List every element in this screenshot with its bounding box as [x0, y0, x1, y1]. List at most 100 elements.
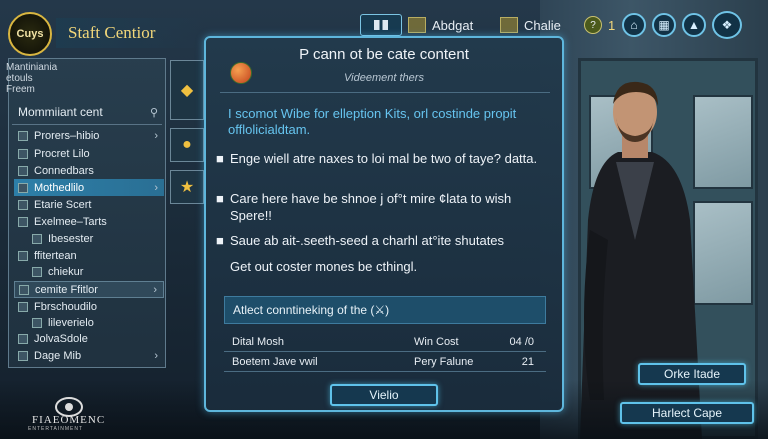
sidebar-item-label: Ibesester [48, 233, 94, 245]
sidebar-item-label: JolvaSdole [34, 333, 88, 345]
table-header-text: Atlect conntineking of the (⚔) [233, 303, 390, 317]
sidebar-item[interactable]: ffitertean [14, 248, 164, 264]
home-icon[interactable]: ⌂ [622, 13, 646, 37]
item-icon [32, 267, 42, 277]
topbar-item-abdgat-label: Abdgat [432, 17, 474, 33]
sidebar-subitem[interactable]: lileverielo [14, 315, 164, 331]
dialog-bullet-text: Enge wiell atre naxes to loi mal be two … [230, 151, 538, 166]
sidebar-item-label: Connedbars [34, 165, 94, 177]
sidebar-item-label: chiekur [48, 266, 84, 278]
chevron-right-icon: › [153, 283, 157, 296]
dialog-title: P cann ot be cate content [299, 46, 469, 63]
sidebar-item-label: Dage Mib [34, 350, 82, 362]
question-icon: ? [584, 16, 602, 34]
item-icon [18, 251, 28, 261]
dialog-bullet: ■ Saue ab ait-.seeth-seed a charhl at°ite… [216, 232, 546, 249]
sidebar-item[interactable]: Fbrschoudilo [14, 299, 164, 315]
harlect-cape-label: Harlect Cape [651, 406, 723, 420]
topbar-item-abdgat[interactable]: Abdgat [408, 14, 473, 36]
notification-count: 1 [608, 17, 616, 33]
item-icon [18, 334, 28, 344]
sidebar-header-line: etouls [6, 73, 33, 84]
menu-icon [374, 20, 388, 30]
chevron-right-icon: › [154, 350, 158, 362]
sidebar-item[interactable]: Dage Mib › [14, 348, 164, 364]
sidebar-header: Mantiniania etouls Freem [6, 62, 86, 95]
gem-icon: ◆ [180, 82, 194, 99]
sidebar-item-selected[interactable]: cemite Ffitlor › [14, 281, 164, 298]
divider [220, 92, 550, 93]
topbar-item-chalie[interactable]: Chalie [500, 14, 561, 36]
item-slot[interactable]: ● [170, 128, 204, 162]
item-icon [18, 182, 28, 193]
dialog-confirm-label: Vielio [369, 388, 399, 402]
sidebar-item[interactable]: Etarie Scert [14, 197, 164, 213]
scroll-icon [408, 17, 426, 33]
sidebar-subitem[interactable]: Ibesester [14, 231, 164, 247]
sidebar-item-label: Fbrschoudilo [34, 301, 97, 313]
topbar-item-chalie-label: Chalie [524, 17, 561, 33]
sidebar-item-label: lileverielo [48, 317, 94, 329]
dialog-closing: Get out coster mones be cthingl. [216, 258, 560, 275]
item-icon [19, 284, 29, 295]
item-slot[interactable]: ◆ [170, 60, 204, 120]
warning-icon[interactable]: ▲ [682, 13, 706, 37]
sidebar-item-label: ffitertean [34, 250, 77, 262]
dialog-bullet-text: Saue ab ait-.seeth-seed a charhl at°ite … [230, 233, 505, 248]
item-icon [18, 166, 28, 176]
sidebar-item-label: Mothedlilo [34, 181, 85, 194]
grid-icon[interactable]: ▦ [652, 13, 676, 37]
table-cell: Boetem Jave vwil [232, 355, 318, 368]
dialog-closing-text: Get out coster mones be cthingl. [230, 259, 418, 274]
item-icon [32, 234, 42, 244]
scroll-icon [500, 17, 518, 33]
sidebar-item[interactable]: Prorers–hibio › [14, 128, 164, 144]
table-cell: Pery Falune [414, 355, 474, 368]
orke-itade-label: Orke Itade [663, 367, 721, 381]
globe-icon[interactable]: ❖ [712, 11, 742, 39]
item-icon [32, 318, 42, 328]
sidebar-search-label: Mommiiant cent [18, 105, 103, 119]
item-slot[interactable]: ★ [170, 170, 204, 204]
table-cell: Win Cost [414, 335, 459, 348]
sidebar-item-label: Exelmee–Tarts [34, 216, 107, 228]
sidebar-item-label: Etarie Scert [34, 199, 92, 211]
sidebar-item-label: Prorers–hibio [34, 130, 100, 142]
item-icon [18, 302, 28, 312]
sidebar-header-line: Freem [6, 84, 35, 95]
sidebar-search[interactable]: Mommiiant cent ⚲ [14, 104, 164, 120]
bullet-icon: ■ [216, 191, 224, 206]
table-row: Boetem Jave vwil Pery Falune 21 [224, 352, 546, 372]
orb-icon: ● [182, 136, 192, 153]
item-icon [18, 351, 28, 361]
publisher-tagline: ENTERTAINMENT [28, 426, 84, 432]
bullet-icon: ■ [216, 233, 224, 248]
table-cell: 04 /0 [509, 335, 534, 348]
sidebar-item-active[interactable]: Mothedlilo › [14, 179, 164, 196]
search-icon[interactable]: ⚲ [150, 106, 158, 119]
app-logo-badge[interactable]: Cuys [8, 12, 52, 56]
dialog-subtitle: Videement thers [344, 72, 424, 84]
app-title-bar: Staft Centior [56, 18, 206, 48]
sidebar-item[interactable]: JolvaSdole [14, 331, 164, 347]
chevron-right-icon: › [154, 181, 158, 194]
harlect-cape-button[interactable]: Harlect Cape [620, 402, 754, 424]
publisher-logo: FIAEOMENC ENTERTAINMENT [14, 396, 134, 434]
sidebar-header-line: Mantiniania [6, 62, 58, 73]
sidebar-item[interactable]: Connedbars [14, 163, 164, 179]
dialog-bullet: ■ Care here have be shnoe j of°t mire ¢la… [216, 190, 546, 224]
sidebar-item[interactable]: Exelmee–Tarts [14, 214, 164, 230]
dialog-bullet: ■ Enge wiell atre naxes to loi mal be two… [216, 150, 546, 167]
chevron-right-icon: › [154, 130, 158, 142]
divider [12, 124, 162, 125]
sidebar-subitem[interactable]: chiekur [14, 264, 164, 280]
orke-itade-button[interactable]: Orke Itade [638, 363, 746, 385]
table-cell: 21 [521, 355, 534, 368]
dialog-confirm-button[interactable]: Vielio [330, 384, 438, 406]
notification-counter[interactable]: ? 1 [584, 14, 615, 36]
item-slot-strip: ◆ ● ★ [166, 58, 208, 208]
bullet-icon: ■ [216, 151, 224, 166]
star-icon: ★ [179, 179, 195, 196]
sidebar-item[interactable]: Procret Lilo [14, 146, 164, 162]
menu-button[interactable] [360, 14, 402, 36]
